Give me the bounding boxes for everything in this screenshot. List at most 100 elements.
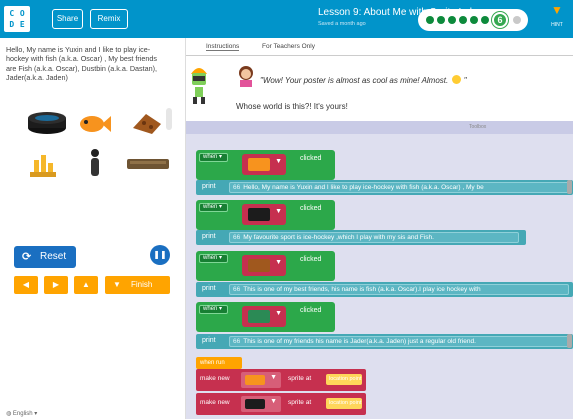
instruction-tabs: Instructions For Teachers Only: [186, 38, 573, 56]
character-quote: "Wow! Your poster is almost as cool as m…: [260, 75, 467, 85]
stage-panel: Hello, My name is Yuxin and I like to pl…: [0, 38, 186, 419]
language-select[interactable]: ◍ English ▾: [6, 410, 37, 417]
make-new-sprite-block[interactable]: make new ▼ sprite at location point: [196, 393, 366, 415]
left-arrow-button[interactable]: ◀: [14, 276, 38, 294]
finish-label: Finish: [131, 280, 153, 289]
when-dropdown[interactable]: when ▾: [199, 203, 228, 212]
when-dropdown[interactable]: when ▾: [199, 305, 228, 314]
sprite-at-label: sprite at: [288, 375, 312, 382]
stage-scrollbar[interactable]: [166, 108, 172, 130]
progress-dot[interactable]: [459, 16, 467, 24]
print-text-field[interactable]: 66 This is one of my best friends, his na…: [229, 284, 569, 295]
figure-sprite: [91, 149, 99, 176]
progress-dot[interactable]: [470, 16, 478, 24]
print-label: print: [202, 183, 216, 190]
smile-icon: [452, 75, 462, 84]
logo-letter: D: [9, 19, 15, 29]
location-value: location point: [329, 400, 362, 406]
progress-dot[interactable]: [448, 16, 456, 24]
bench-sprite: [127, 159, 169, 169]
reset-icon: ⟳: [22, 251, 32, 263]
chevron-down-icon: ▼: [275, 310, 282, 317]
text-marker: 66: [233, 286, 241, 293]
progress-current[interactable]: 6: [492, 12, 508, 28]
print-block[interactable]: print 66 Hello, My name is Yuxin and I li…: [196, 180, 573, 195]
when-dropdown[interactable]: when ▾: [199, 153, 228, 162]
location-slot[interactable]: location point: [326, 398, 362, 409]
hint-label[interactable]: HINT: [541, 22, 573, 28]
right-arrow-button[interactable]: ▶: [44, 276, 68, 294]
chevron-down-icon: ▼: [270, 374, 277, 381]
make-new-sprite-block[interactable]: make new ▼ sprite at location point: [196, 369, 366, 391]
print-text-field[interactable]: 66 Hello, My name is Yuxin and I like to …: [229, 182, 569, 193]
quote-text: "Wow! Your poster is almost as cool as m…: [260, 76, 449, 85]
print-label: print: [202, 285, 216, 292]
toolbox-bar[interactable]: Toolbox: [186, 121, 573, 134]
sprite-dropdown[interactable]: ▼: [242, 204, 286, 225]
chevron-down-icon: ▼: [270, 398, 277, 405]
print-text-field[interactable]: 66 My favourite sport is ice-hockey ,whic…: [229, 232, 519, 243]
when-clicked-block[interactable]: when ▾ ▼ clicked: [196, 200, 335, 230]
sprite-dropdown[interactable]: ▼: [241, 396, 281, 412]
globe-icon: ◍: [6, 411, 12, 417]
location-slot[interactable]: location point: [326, 374, 362, 385]
text-marker: 66: [233, 184, 241, 191]
logo-letter: O: [19, 9, 25, 18]
print-block[interactable]: print 66 My favourite sport is ice-hockey…: [196, 230, 526, 245]
print-text-field[interactable]: 66 This is one of my friends his name is …: [229, 336, 569, 347]
remix-button[interactable]: Remix: [90, 9, 128, 29]
when-label: when: [203, 154, 218, 160]
print-block[interactable]: print 66 This is one of my best friends, …: [196, 282, 573, 297]
fish-thumb: [245, 375, 265, 385]
tab-instructions[interactable]: Instructions: [206, 43, 240, 51]
clicked-label: clicked: [300, 307, 322, 314]
character-avatar: [239, 66, 253, 87]
instructions-panel: "Wow! Your poster is almost as cool as m…: [186, 56, 573, 118]
clicked-label: clicked: [300, 155, 322, 162]
trash-thumb: [248, 310, 270, 323]
sprite-dropdown[interactable]: ▼: [241, 372, 281, 388]
when-dropdown[interactable]: when ▾: [199, 254, 228, 263]
when-clicked-block[interactable]: when ▾ ▼ clicked: [196, 302, 335, 332]
progress-dot[interactable]: [426, 16, 434, 24]
chevron-down-icon: ▼: [275, 259, 282, 266]
stage-text: Hello, My name is Yuxin and I like to pl…: [6, 45, 157, 83]
up-arrow-button[interactable]: ▲: [74, 276, 98, 294]
lesson-progress: 6: [418, 9, 528, 31]
tab-teachers-only[interactable]: For Teachers Only: [262, 43, 315, 50]
when-run-block[interactable]: when run: [196, 357, 242, 369]
quote-end: ": [463, 76, 467, 85]
reset-button[interactable]: ⟳ Reset: [14, 246, 76, 268]
progress-dot[interactable]: [481, 16, 489, 24]
print-block[interactable]: print 66 This is one of my friends his na…: [196, 334, 573, 349]
logo-letter: E: [19, 19, 25, 29]
print-text-value: Hello, My name is Yuxin and I like to pl…: [243, 184, 484, 191]
hint-icon[interactable]: ▼: [542, 4, 572, 16]
progress-dot[interactable]: [437, 16, 445, 24]
chevron-down-icon: ▼: [275, 158, 282, 165]
print-text-value: This is one of my best friends, his name…: [243, 286, 481, 293]
when-label: when: [203, 255, 218, 261]
sprite-at-label: sprite at: [288, 399, 312, 406]
share-button[interactable]: Share: [52, 9, 83, 29]
finish-button[interactable]: ▼ Finish: [105, 276, 170, 294]
chevron-down-icon: ▼: [275, 208, 282, 215]
sprite-dropdown[interactable]: ▼: [242, 255, 286, 276]
logo-letter: C: [9, 9, 15, 18]
clicked-label: clicked: [300, 205, 322, 212]
code-logo[interactable]: C O D E: [4, 6, 30, 32]
make-new-label: make new: [200, 399, 230, 406]
workspace-scrollbar[interactable]: [567, 334, 572, 348]
when-clicked-block[interactable]: when ▾ ▼ clicked: [196, 251, 335, 281]
when-clicked-block[interactable]: when ▾ ▼ clicked: [196, 150, 335, 180]
fish-thumb: [248, 158, 270, 171]
location-value: location point: [329, 376, 362, 382]
print-label: print: [202, 337, 216, 344]
sprite-dropdown[interactable]: ▼: [242, 154, 286, 175]
speaker-sprite: [28, 112, 66, 134]
sprite-dropdown[interactable]: ▼: [242, 306, 286, 327]
print-text-value: My favourite sport is ice-hockey ,which …: [243, 234, 434, 241]
progress-dot[interactable]: [513, 16, 521, 24]
workspace-scrollbar[interactable]: [567, 180, 572, 194]
pause-button[interactable]: ❚❚: [150, 245, 170, 265]
